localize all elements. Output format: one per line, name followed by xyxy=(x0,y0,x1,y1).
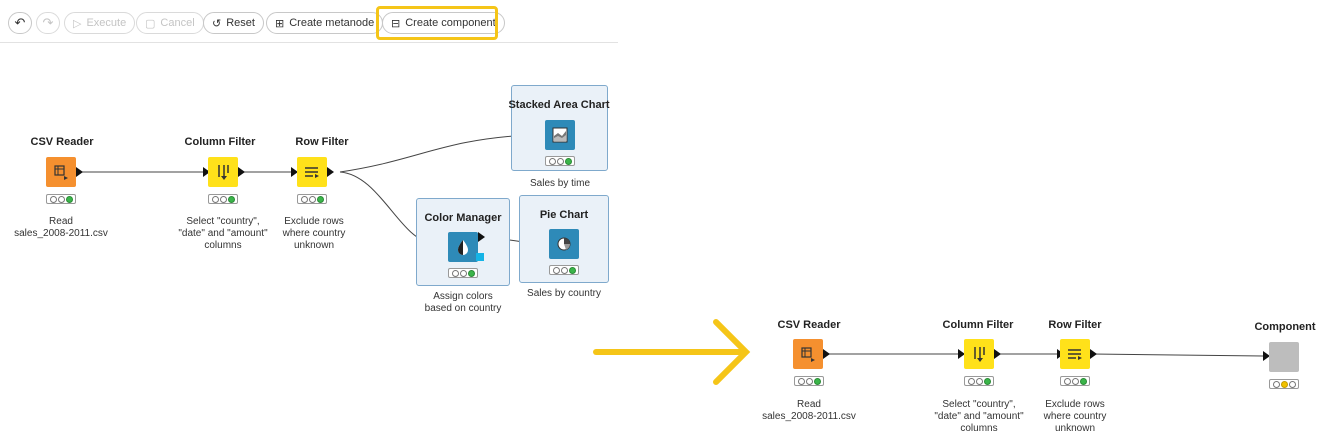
column-filter-icon[interactable] xyxy=(208,157,238,187)
node-status xyxy=(545,156,575,166)
output-port[interactable] xyxy=(994,349,1001,359)
output-port[interactable] xyxy=(823,349,830,359)
row-filter-icon[interactable] xyxy=(1060,339,1090,369)
node-description: Read sales_2008-2011.csv xyxy=(14,216,108,239)
node-row-filter[interactable]: Row Filter xyxy=(247,135,397,149)
transition-arrow xyxy=(593,319,751,385)
node-description: Exclude rows where country unknown xyxy=(282,216,346,251)
node-description: Read sales_2008-2011.csv xyxy=(762,399,856,422)
node-csv-reader[interactable]: CSV Reader xyxy=(734,318,884,332)
component-node-icon[interactable] xyxy=(1269,342,1299,372)
csv-reader-icon[interactable] xyxy=(793,339,823,369)
node-status xyxy=(1060,376,1090,386)
node-status xyxy=(46,194,76,204)
node-title: Row Filter xyxy=(295,136,349,148)
node-stacked-area-chart[interactable]: Stacked Area Chart xyxy=(484,98,634,112)
node-status xyxy=(794,376,824,386)
node-title: Pie Chart xyxy=(539,209,589,221)
node-title: CSV Reader xyxy=(30,136,94,148)
node-status xyxy=(448,268,478,278)
node-component[interactable]: Component xyxy=(1210,320,1317,334)
output-port[interactable] xyxy=(76,167,83,177)
output-port[interactable] xyxy=(238,167,245,177)
node-row-filter[interactable]: Row Filter xyxy=(1000,318,1150,332)
pie-chart-icon[interactable] xyxy=(549,229,579,259)
node-description: Sales by time xyxy=(529,178,591,189)
output-port[interactable] xyxy=(327,167,334,177)
color-manager-icon[interactable] xyxy=(448,232,478,262)
row-filter-icon[interactable] xyxy=(297,157,327,187)
node-status xyxy=(549,265,579,275)
node-description: Exclude rows where country unknown xyxy=(1043,399,1107,434)
csv-reader-icon[interactable] xyxy=(46,157,76,187)
node-status xyxy=(208,194,238,204)
color-port[interactable] xyxy=(476,253,484,261)
node-csv-reader[interactable]: CSV Reader xyxy=(0,135,137,149)
node-status xyxy=(297,194,327,204)
output-port[interactable] xyxy=(1090,349,1097,359)
stacked-area-chart-icon[interactable] xyxy=(545,120,575,150)
node-pie-chart[interactable]: Pie Chart xyxy=(489,208,639,222)
node-title: Row Filter xyxy=(1048,319,1102,331)
output-port[interactable] xyxy=(478,232,485,242)
node-title: Component xyxy=(1254,321,1316,333)
connection-line xyxy=(1091,353,1264,357)
column-filter-icon[interactable] xyxy=(964,339,994,369)
node-status xyxy=(1269,379,1299,389)
node-status xyxy=(964,376,994,386)
node-title: CSV Reader xyxy=(777,319,841,331)
node-description: Sales by country xyxy=(527,288,601,299)
node-title: Stacked Area Chart xyxy=(508,99,610,111)
